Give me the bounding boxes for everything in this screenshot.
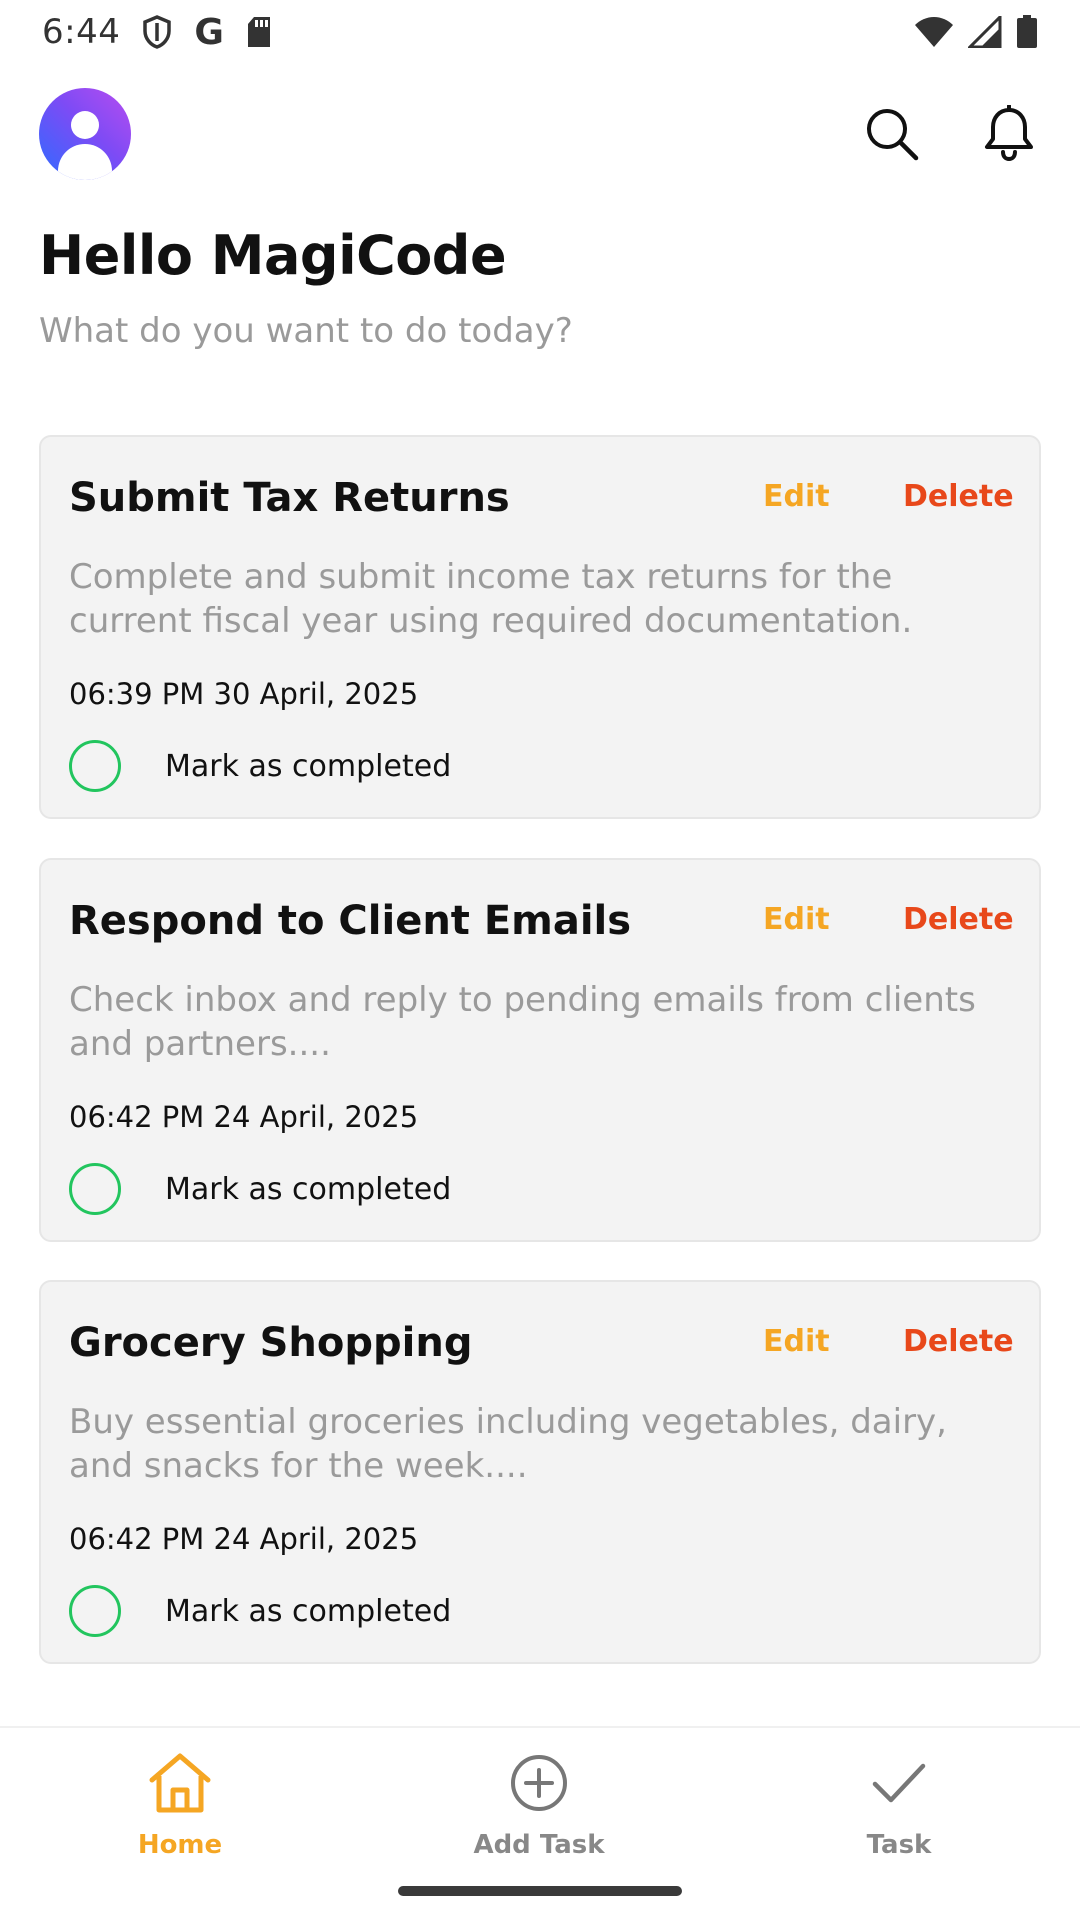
delete-button[interactable]: Delete	[903, 479, 1014, 514]
task-datetime: 06:42 PM 24 April, 2025	[69, 1522, 419, 1556]
completion-circle-icon[interactable]	[69, 1585, 121, 1637]
mark-completed-toggle[interactable]: Mark as completed	[69, 739, 451, 793]
mark-completed-toggle[interactable]: Mark as completed	[69, 1162, 451, 1216]
task-title: Respond to Client Emails	[69, 898, 632, 944]
task-description: Complete and submit income tax returns f…	[69, 557, 913, 641]
status-time: 6:44	[42, 12, 121, 52]
page-title: Hello MagiCode	[39, 224, 507, 287]
greeting: Hello MagiCode What do you want to do to…	[39, 224, 1039, 351]
google-icon: G	[194, 11, 224, 53]
page-subtitle: What do you want to do today?	[39, 311, 573, 351]
avatar-body	[58, 144, 112, 180]
nav-label-task: Task	[866, 1830, 932, 1860]
home-icon	[145, 1748, 215, 1818]
task-card: Submit Tax Returns Edit Delete Complete …	[39, 435, 1041, 819]
sd-card-icon	[246, 16, 272, 48]
edit-button[interactable]: Edit	[763, 902, 830, 937]
cellular-signal-icon	[968, 16, 1002, 48]
nav-item-add-task[interactable]: Add Task	[439, 1748, 639, 1868]
edit-button[interactable]: Edit	[763, 479, 830, 514]
task-card: Grocery Shopping Edit Delete Buy essenti…	[39, 1280, 1041, 1664]
bell-icon[interactable]	[979, 104, 1039, 164]
add-circle-icon	[504, 1748, 574, 1818]
user-avatar-icon[interactable]	[39, 88, 131, 180]
header	[0, 86, 1080, 186]
task-title: Grocery Shopping	[69, 1320, 473, 1366]
completion-circle-icon[interactable]	[69, 1163, 121, 1215]
nav-item-task[interactable]: Task	[799, 1748, 999, 1868]
bottom-nav: Home Add Task Task	[0, 1726, 1080, 1920]
search-icon[interactable]	[862, 104, 922, 164]
nav-item-home[interactable]: Home	[80, 1748, 280, 1868]
check-icon	[864, 1748, 934, 1818]
home-indicator[interactable]	[398, 1886, 682, 1896]
mark-completed-label: Mark as completed	[165, 1593, 452, 1629]
mark-completed-label: Mark as completed	[165, 1171, 452, 1207]
mark-completed-label: Mark as completed	[165, 748, 452, 784]
task-title: Submit Tax Returns	[69, 475, 510, 521]
task-description: Buy essential groceries including vegeta…	[69, 1402, 947, 1486]
status-left-icons: G	[142, 12, 272, 53]
nav-label-home: Home	[137, 1830, 223, 1860]
app-screen: 6:44 G Hello MagiCode What do you want t…	[0, 0, 1080, 1920]
status-bar: 6:44 G	[0, 0, 1080, 64]
task-datetime: 06:42 PM 24 April, 2025	[69, 1100, 419, 1134]
edit-button[interactable]: Edit	[763, 1324, 830, 1359]
nav-label-add-task: Add Task	[473, 1830, 605, 1860]
mark-completed-toggle[interactable]: Mark as completed	[69, 1584, 451, 1638]
delete-button[interactable]: Delete	[903, 902, 1014, 937]
completion-circle-icon[interactable]	[69, 740, 121, 792]
avatar-head	[71, 111, 99, 139]
shield-icon	[142, 15, 172, 49]
task-description: Check inbox and reply to pending emails …	[69, 980, 976, 1064]
task-datetime: 06:39 PM 30 April, 2025	[69, 677, 419, 711]
task-card: Respond to Client Emails Edit Delete Che…	[39, 858, 1041, 1242]
battery-icon	[1016, 15, 1038, 49]
wifi-icon	[914, 16, 954, 48]
delete-button[interactable]: Delete	[903, 1324, 1014, 1359]
status-right-icons	[914, 15, 1038, 49]
